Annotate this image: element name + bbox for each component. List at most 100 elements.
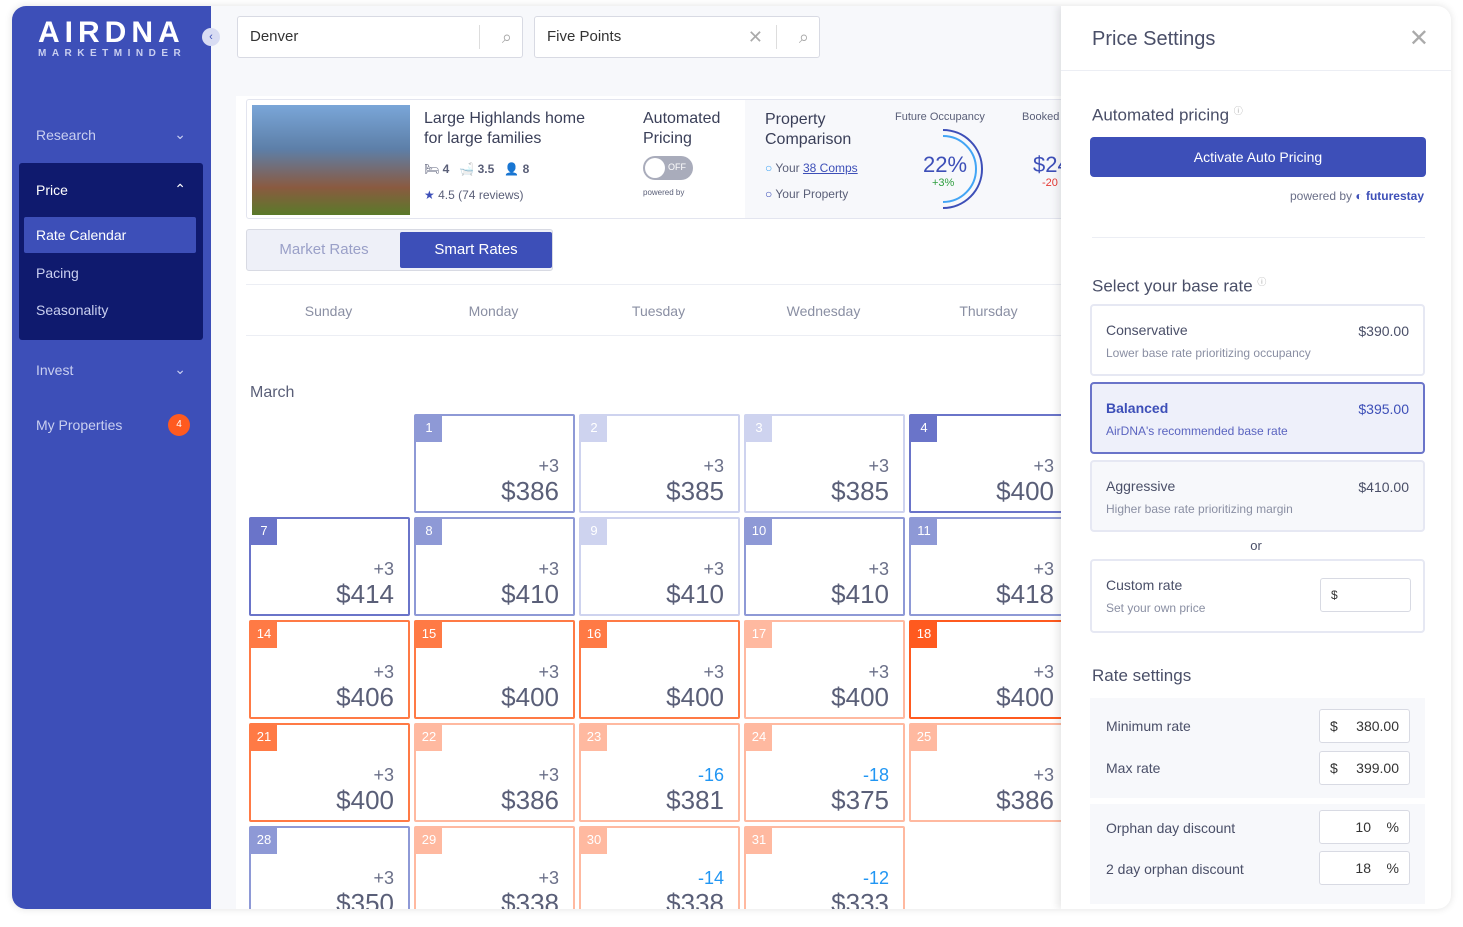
calendar-day[interactable]: 23 -16 $381 — [579, 723, 740, 822]
two-day-orphan-input[interactable]: 18 % — [1319, 851, 1410, 885]
price-delta: +3 — [868, 559, 889, 579]
star-icon: ★ — [424, 188, 435, 202]
guest-icon: 👤 — [504, 162, 520, 176]
day-number: 1 — [416, 416, 442, 442]
base-rate-balanced[interactable]: Balanced $395.00 AirDNA's recommended base… — [1090, 382, 1425, 454]
activate-auto-pricing-button[interactable]: Activate Auto Pricing — [1090, 137, 1426, 177]
logo-sub: MARKETMINDER — [38, 48, 187, 59]
clear-icon[interactable]: ✕ — [748, 17, 763, 57]
price-delta: +3 — [373, 765, 394, 785]
day-number: 14 — [251, 622, 277, 648]
sidebar-item-rate-calendar[interactable]: Rate Calendar — [24, 217, 196, 253]
calendar-day[interactable]: 9 +3 $410 — [579, 517, 740, 616]
price: $385 — [666, 476, 724, 506]
value: Five Points — [547, 28, 622, 45]
collapse-sidebar-button[interactable]: ‹ — [202, 28, 220, 46]
option-value: $410.00 — [1358, 479, 1409, 495]
guests: 8 — [522, 162, 530, 176]
orphan-discount-input[interactable]: 10 % — [1319, 810, 1410, 844]
city-search-input[interactable]: Denver ⌕ — [237, 16, 523, 58]
day-number: 2 — [581, 416, 607, 442]
property-comparison: Property Comparison ○ Your 38 Comps ○ Yo… — [745, 100, 1070, 218]
tab-market-rates[interactable]: Market Rates — [249, 232, 399, 268]
calendar-day[interactable]: 29 +3 $338 — [414, 826, 575, 909]
price: $350 — [336, 888, 394, 909]
baths: 3.5 — [477, 162, 495, 176]
rating: 4.5 — [438, 188, 455, 202]
search-icon[interactable]: ⌕ — [799, 17, 809, 57]
logo[interactable]: AIRDNA MARKETMINDER — [38, 16, 186, 59]
calendar-day[interactable]: 16 +3 $400 — [579, 620, 740, 719]
day-number: 17 — [746, 622, 772, 648]
info-icon[interactable]: ⓘ — [1234, 106, 1243, 116]
bed-icon: 🛏 — [424, 162, 440, 176]
day-number: 30 — [581, 828, 607, 854]
calendar-day[interactable]: 7 +3 $414 — [249, 517, 410, 616]
tab-smart-rates[interactable]: Smart Rates — [400, 232, 552, 268]
value: 18 — [1355, 860, 1371, 876]
day-number: 28 — [251, 828, 277, 854]
auto-pricing-toggle[interactable]: OFF — [643, 156, 693, 180]
calendar-day[interactable]: 25 +3 $386 — [909, 723, 1070, 822]
calendar-day[interactable]: 1 +3 $386 — [414, 414, 575, 513]
label: My Properties — [36, 417, 123, 433]
property-photo — [252, 105, 410, 215]
price-delta: +3 — [1033, 456, 1054, 476]
calendar-day[interactable]: 2 +3 $385 — [579, 414, 740, 513]
calendar-day[interactable]: 31 -12 $333 — [744, 826, 905, 909]
neighborhood-search-input[interactable]: Five Points ✕ ⌕ — [534, 16, 820, 58]
calendar-day[interactable]: 17 +3 $400 — [744, 620, 905, 719]
logo-text: AIRDNA — [38, 16, 185, 49]
occupancy-value: 22% — [923, 152, 968, 177]
price: $381 — [666, 785, 724, 815]
info-icon[interactable]: ⓘ — [1257, 277, 1266, 287]
day-number: 29 — [416, 828, 442, 854]
calendar-day[interactable]: 30 -14 $338 — [579, 826, 740, 909]
calendar-day[interactable]: 28 +3 $350 — [249, 826, 410, 909]
calendar-day[interactable]: 10 +3 $410 — [744, 517, 905, 616]
comps-link[interactable]: 38 Comps — [803, 161, 858, 175]
base-rate-conservative[interactable]: Conservative $390.00 Lower base rate prior… — [1090, 304, 1425, 376]
futurestay-text: futurestay — [1365, 189, 1424, 203]
sidebar-item-pacing[interactable]: Pacing — [24, 255, 196, 291]
sidebar-item-price[interactable]: Price ⌃ — [36, 181, 186, 198]
calendar-day[interactable]: 3 +3 $385 — [744, 414, 905, 513]
sidebar-item-invest[interactable]: Invest ⌄ — [36, 361, 186, 378]
price: $410 — [831, 579, 889, 609]
price: $375 — [831, 785, 889, 815]
custom-rate-input[interactable]: $ — [1320, 578, 1411, 612]
price-delta: -16 — [697, 765, 724, 785]
rate-calendar: March 1 +3 $386 2 +3 $385 3 +3 $385 4 +3 $400 7 +3 $41… — [236, 336, 1070, 909]
day-number: 23 — [581, 725, 607, 751]
sidebar-item-my-properties[interactable]: My Properties 4 — [36, 414, 190, 436]
search-icon[interactable]: ⌕ — [502, 17, 512, 57]
panel-title: Price Settings — [1092, 28, 1216, 50]
sidebar-item-research[interactable]: Research ⌄ — [36, 126, 186, 143]
calendar-day[interactable]: 11 +3 $418 — [909, 517, 1070, 616]
day-number: 8 — [416, 519, 442, 545]
sidebar-item-seasonality[interactable]: Seasonality — [24, 292, 196, 328]
calendar-day[interactable]: 15 +3 $400 — [414, 620, 575, 719]
close-icon[interactable]: ✕ — [1409, 24, 1429, 53]
calendar-day[interactable]: 14 +3 $406 — [249, 620, 410, 719]
price-settings-panel: Price Settings ✕ Automated pricing ⓘ Act… — [1061, 6, 1451, 909]
occupancy-delta: +3% — [932, 177, 955, 189]
chevron-up-icon: ⌃ — [174, 181, 186, 197]
calendar-day[interactable]: 21 +3 $400 — [249, 723, 410, 822]
calendar-day[interactable]: 18 +3 $400 — [909, 620, 1070, 719]
base-rate-aggressive[interactable]: Aggressive $410.00 Higher base rate priori… — [1090, 460, 1425, 532]
calendar-day[interactable]: 8 +3 $410 — [414, 517, 575, 616]
option-name: Aggressive — [1106, 478, 1176, 494]
max-rate-input[interactable]: $399.00 — [1319, 751, 1410, 785]
option-value: $390.00 — [1358, 323, 1409, 339]
price-delta: -12 — [862, 868, 889, 888]
min-rate-input[interactable]: $380.00 — [1319, 709, 1410, 743]
option-value: $395.00 — [1358, 401, 1409, 417]
bath-icon: 🛁 — [459, 162, 475, 176]
day-number: 9 — [581, 519, 607, 545]
calendar-day[interactable]: 24 -18 $375 — [744, 723, 905, 822]
rate-settings-heading: Rate settings — [1092, 666, 1192, 685]
price-delta: +3 — [703, 662, 724, 682]
calendar-day[interactable]: 22 +3 $386 — [414, 723, 575, 822]
calendar-day[interactable]: 4 +3 $400 — [909, 414, 1070, 513]
